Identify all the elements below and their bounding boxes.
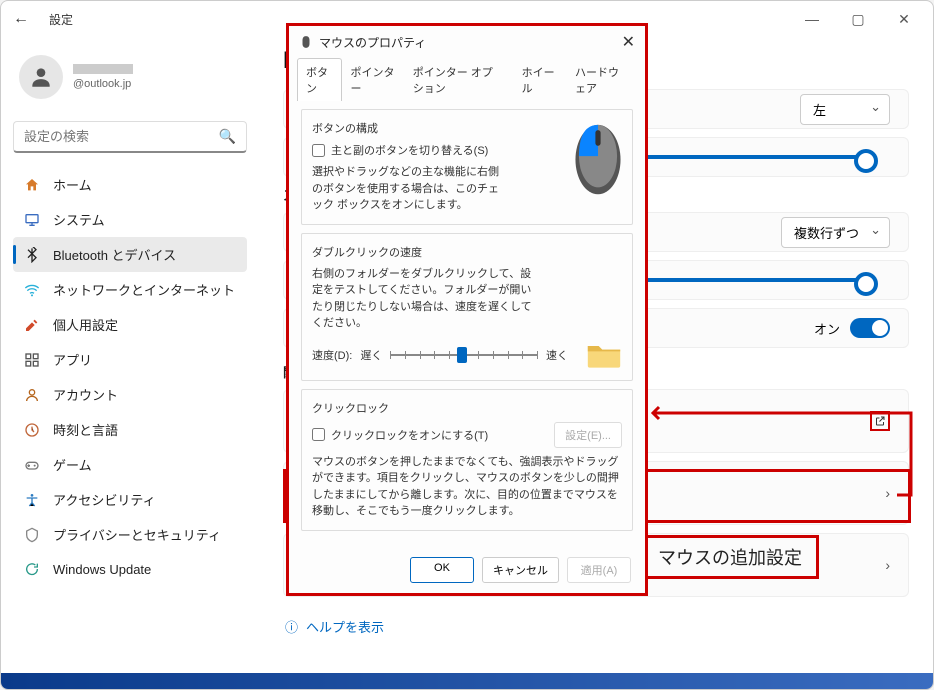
clicklock-checkbox[interactable] xyxy=(312,428,325,441)
clicklock-label: クリックロックをオンにする(T) xyxy=(331,427,488,443)
clicklock-settings-button: 設定(E)... xyxy=(554,422,622,448)
mouse-icon xyxy=(299,35,313,49)
search-input-wrap[interactable]: 🔍 xyxy=(13,121,247,153)
update-icon xyxy=(23,560,41,578)
privacy-icon xyxy=(23,526,41,544)
bluetooth-icon xyxy=(23,246,41,264)
doubleclick-legend: ダブルクリックの速度 xyxy=(312,244,622,260)
annotation-callout: マウスの追加設定 xyxy=(641,535,819,579)
sidebar-item-accessibility[interactable]: アクセシビリティ xyxy=(13,482,247,517)
avatar xyxy=(19,55,63,99)
folder-icon[interactable] xyxy=(586,340,622,370)
sidebar-item-gaming[interactable]: ゲーム xyxy=(13,447,247,482)
profile-email: @outlook.jp xyxy=(73,78,133,90)
sidebar-item-account[interactable]: アカウント xyxy=(13,377,247,412)
sidebar-item-label: 時刻と言語 xyxy=(53,420,118,439)
help-link[interactable]: ⓘ ヘルプを表示 xyxy=(283,605,909,648)
mouse-properties-dialog: マウスのプロパティ ✕ ボタンポインターポインター オプションホイールハードウェ… xyxy=(286,23,648,596)
back-button[interactable]: ← xyxy=(9,7,33,31)
dialog-close-button[interactable]: ✕ xyxy=(622,32,635,52)
clicklock-legend: クリックロック xyxy=(312,400,622,416)
mouse-illustration xyxy=(572,118,624,196)
sidebar-item-label: アプリ xyxy=(53,350,92,369)
time-icon xyxy=(23,421,41,439)
sidebar-item-label: アカウント xyxy=(53,385,118,404)
speed-label: 速度(D): xyxy=(312,347,352,363)
cancel-button[interactable]: キャンセル xyxy=(482,557,559,583)
sidebar-item-label: ネットワークとインターネット xyxy=(53,280,235,299)
sidebar-item-label: 個人用設定 xyxy=(53,315,118,334)
sidebar-item-label: ホーム xyxy=(53,175,92,194)
personalize-icon xyxy=(23,316,41,334)
inactive-scroll-toggle[interactable] xyxy=(850,318,890,338)
sidebar-item-personalize[interactable]: 個人用設定 xyxy=(13,307,247,342)
swap-buttons-label: 主と副のボタンを切り替える(S) xyxy=(331,142,488,158)
apps-icon xyxy=(23,351,41,369)
account-icon xyxy=(23,386,41,404)
window-title: 設定 xyxy=(49,11,73,28)
sidebar-item-privacy[interactable]: プライバシーとセキュリティ xyxy=(13,517,247,552)
primary-button-dropdown[interactable]: 左 xyxy=(800,94,890,125)
sidebar-item-system[interactable]: システム xyxy=(13,202,247,237)
maximize-button[interactable]: ▢ xyxy=(837,5,879,33)
sidebar-item-label: ゲーム xyxy=(53,455,92,474)
taskbar-edge xyxy=(1,673,933,689)
search-input[interactable] xyxy=(24,129,219,144)
minimize-button[interactable]: — xyxy=(791,5,833,33)
sidebar-item-apps[interactable]: アプリ xyxy=(13,342,247,377)
sidebar-item-network[interactable]: ネットワークとインターネット xyxy=(13,272,247,307)
clicklock-desc: マウスのボタンを押したままでなくても、強調表示やドラッグができます。項目をクリッ… xyxy=(312,454,622,520)
sidebar-item-home[interactable]: ホーム xyxy=(13,167,247,202)
dialog-tab-2[interactable]: ポインター オプション xyxy=(404,58,513,101)
sidebar-item-update[interactable]: Windows Update xyxy=(13,552,247,586)
sidebar-item-label: プライバシーとセキュリティ xyxy=(53,525,221,544)
doubleclick-speed-slider[interactable] xyxy=(390,345,538,365)
sidebar-item-bluetooth[interactable]: Bluetooth とデバイス xyxy=(13,237,247,272)
network-icon xyxy=(23,281,41,299)
ok-button[interactable]: OK xyxy=(410,557,474,583)
toggle-label: オン xyxy=(814,319,840,338)
dialog-tab-1[interactable]: ポインター xyxy=(342,58,404,101)
dialog-tab-3[interactable]: ホイール xyxy=(513,58,566,101)
home-icon xyxy=(23,176,41,194)
swap-buttons-desc: 選択やドラッグなどの主な機能に右側のボタンを使用する場合は、このチェック ボック… xyxy=(312,164,502,214)
sidebar-item-label: Bluetooth とデバイス xyxy=(53,245,176,264)
help-icon: ⓘ xyxy=(285,617,298,636)
doubleclick-desc: 右側のフォルダーをダブルクリックして、設定をテストしてください。フォルダーが開い… xyxy=(312,266,542,332)
system-icon xyxy=(23,211,41,229)
swap-buttons-checkbox[interactable] xyxy=(312,144,325,157)
profile-name-redacted xyxy=(73,64,133,74)
sidebar-item-label: Windows Update xyxy=(53,562,151,577)
accessibility-icon xyxy=(23,491,41,509)
dialog-tab-4[interactable]: ハードウェア xyxy=(566,58,637,101)
fast-label: 速く xyxy=(546,347,568,363)
scroll-mode-dropdown[interactable]: 複数行ずつ xyxy=(781,217,890,248)
dialog-tab-0[interactable]: ボタン xyxy=(297,58,342,101)
close-button[interactable]: ✕ xyxy=(883,5,925,33)
chevron-right-icon: › xyxy=(885,557,890,573)
gaming-icon xyxy=(23,456,41,474)
search-icon: 🔍 xyxy=(219,128,236,145)
sidebar-item-label: アクセシビリティ xyxy=(53,490,156,509)
apply-button: 適用(A) xyxy=(567,557,631,583)
sidebar-item-time[interactable]: 時刻と言語 xyxy=(13,412,247,447)
slow-label: 遅く xyxy=(360,347,382,363)
sidebar-item-label: システム xyxy=(53,210,105,229)
annotation-arrow xyxy=(651,405,921,535)
dialog-title: マウスのプロパティ xyxy=(319,34,426,51)
profile-block[interactable]: @outlook.jp xyxy=(13,45,247,109)
